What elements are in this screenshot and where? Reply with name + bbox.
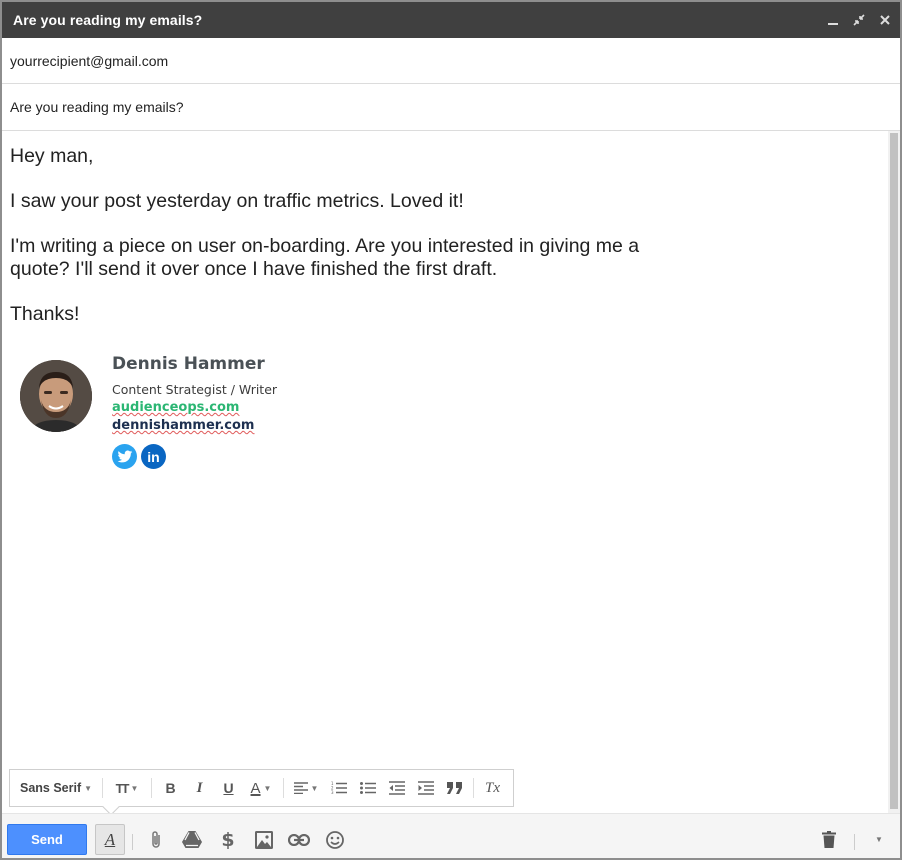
attach-icon[interactable] <box>141 824 171 855</box>
svg-text:3: 3 <box>331 790 334 795</box>
chevron-down-icon: ▼ <box>130 783 139 793</box>
twitter-icon[interactable] <box>112 444 137 469</box>
chevron-down-icon: ▼ <box>263 783 272 793</box>
signature-role: Content Strategist / Writer <box>112 382 278 397</box>
body-line-1: I saw your post yesterday on traffic met… <box>10 190 464 212</box>
link-icon[interactable] <box>284 824 314 855</box>
close-icon[interactable] <box>878 13 892 27</box>
divider <box>473 778 474 798</box>
chevron-down-icon: ▼ <box>84 783 93 793</box>
divider <box>132 834 133 850</box>
italic-glyph: I <box>196 779 203 796</box>
closing-line: Thanks! <box>10 303 80 325</box>
send-button[interactable]: Send <box>7 824 87 855</box>
drive-icon[interactable] <box>177 824 207 855</box>
bold-icon[interactable]: B <box>156 769 185 807</box>
formatting-toolbar: Sans Serif ▼ TT ▼ B I U A ▼ ▼ 123 Tx <box>9 769 514 816</box>
numbered-list-icon[interactable]: 123 <box>324 769 353 807</box>
emoji-icon[interactable] <box>320 824 350 855</box>
money-icon[interactable]: $ <box>213 824 243 855</box>
minimize-icon[interactable] <box>826 13 840 27</box>
underline-glyph: U <box>223 780 234 796</box>
compose-action-bar: Send A $ ▼ <box>2 813 900 858</box>
photo-icon[interactable] <box>249 824 279 855</box>
divider <box>102 778 103 798</box>
font-family-label: Sans Serif <box>20 781 82 795</box>
body-line-2: I'm writing a piece on user on-boarding.… <box>10 235 640 280</box>
quote-icon[interactable] <box>440 769 469 807</box>
text-color-glyph: A <box>250 779 261 797</box>
linkedin-icon[interactable]: in <box>141 444 166 469</box>
recipient-field[interactable]: yourrecipient@gmail.com <box>2 38 900 84</box>
text-size-glyph: TT <box>115 780 130 796</box>
remove-formatting-icon[interactable]: Tx <box>478 769 507 807</box>
indent-more-icon[interactable] <box>411 769 440 807</box>
greeting-line: Hey man, <box>10 145 94 167</box>
email-signature: Dennis Hammer Content Strategist / Write… <box>20 354 420 470</box>
divider <box>151 778 152 798</box>
chevron-down-icon: ▼ <box>310 783 319 793</box>
compose-window: Are you reading my emails? yourrecipient… <box>0 0 902 860</box>
font-family-select[interactable]: Sans Serif ▼ <box>10 769 98 807</box>
indent-less-icon[interactable] <box>382 769 411 807</box>
divider <box>283 778 284 798</box>
formatting-options-icon[interactable]: A <box>95 824 125 855</box>
signature-link-personal[interactable]: dennishammer.com <box>112 418 254 433</box>
title-bar[interactable]: Are you reading my emails? <box>2 2 900 38</box>
message-text: Hey man, I saw your post yesterday on tr… <box>10 145 670 348</box>
message-body[interactable]: Hey man, I saw your post yesterday on tr… <box>2 131 888 813</box>
bulleted-list-icon[interactable] <box>353 769 382 807</box>
window-controls <box>826 2 892 38</box>
text-color-icon[interactable]: A ▼ <box>243 769 279 807</box>
signature-link-company[interactable]: audienceops.com <box>112 400 239 415</box>
recipient-value: yourrecipient@gmail.com <box>10 52 169 69</box>
linkedin-glyph: in <box>147 448 160 465</box>
more-options-icon[interactable]: ▼ <box>864 824 894 855</box>
subject-value: Are you reading my emails? <box>10 99 184 115</box>
pop-out-icon[interactable] <box>852 13 866 27</box>
align-icon[interactable]: ▼ <box>288 769 324 807</box>
bold-glyph: B <box>165 780 176 796</box>
avatar <box>20 360 92 432</box>
subject-field[interactable]: Are you reading my emails? <box>2 84 900 131</box>
signature-name: Dennis Hammer <box>112 354 265 374</box>
remove-formatting-glyph: Tx <box>485 779 500 796</box>
scrollbar-thumb[interactable] <box>890 133 898 809</box>
trash-icon[interactable] <box>814 824 844 855</box>
window-title: Are you reading my emails? <box>13 12 203 28</box>
underline-icon[interactable]: U <box>214 769 243 807</box>
italic-icon[interactable]: I <box>185 769 214 807</box>
divider <box>854 834 855 850</box>
